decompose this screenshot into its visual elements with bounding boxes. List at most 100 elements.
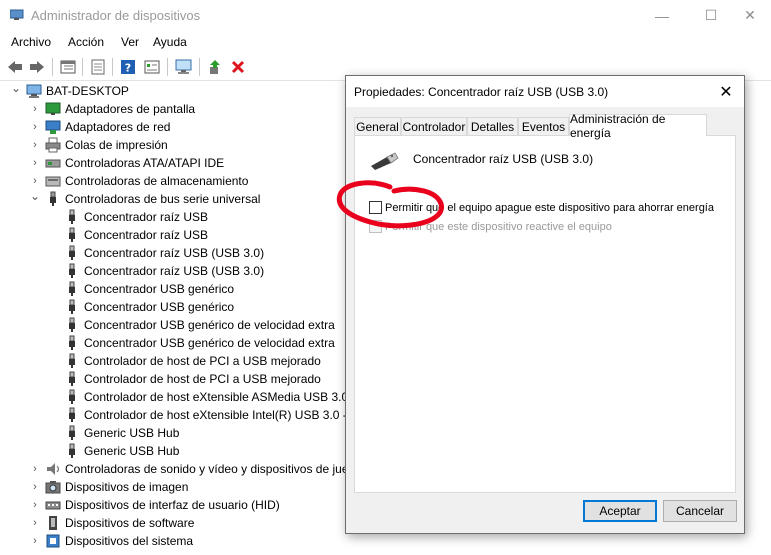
update-driver-button[interactable] <box>205 57 225 77</box>
expand-chevron-icon[interactable]: › <box>30 100 40 118</box>
tree-usb-device[interactable]: Controlador de host eXtensible ASMedia U… <box>64 388 356 406</box>
close-icon: ✕ <box>719 84 733 101</box>
close-button[interactable]: ✕ <box>727 0 771 31</box>
properties-button[interactable] <box>88 57 108 77</box>
tree-category[interactable]: › Adaptadores de pantalla <box>33 100 196 118</box>
tree-category[interactable]: › Dispositivos de software <box>33 514 195 532</box>
minimize-button[interactable]: — <box>639 0 685 31</box>
help-icon: ? <box>121 60 135 75</box>
menu-archivo[interactable]: Archivo <box>11 35 51 49</box>
tree-usb-device[interactable]: Concentrador USB genérico <box>64 298 234 316</box>
forward-button[interactable] <box>27 57 47 77</box>
usb-device-icon <box>64 389 80 405</box>
tree-usb-device[interactable]: Controlador de host de PCI a USB mejorad… <box>64 370 321 388</box>
hid-device-icon <box>45 497 61 513</box>
tree-usb-device[interactable]: Controlador de host eXtensible Intel(R) … <box>64 406 357 424</box>
tree-category[interactable]: › Dispositivos de imagen <box>33 478 189 496</box>
tree-usb-device[interactable]: Concentrador USB genérico <box>64 280 234 298</box>
toolbar-separator <box>52 58 53 76</box>
system-device-icon <box>45 533 61 549</box>
tree-usb-device[interactable]: Generic USB Hub <box>64 424 179 442</box>
tree-node-label: Concentrador raíz USB (USB 3.0) <box>84 246 265 260</box>
sound-device-icon <box>45 461 61 477</box>
menu-ayuda[interactable]: Ayuda <box>153 35 187 49</box>
tree-node-label: Adaptadores de pantalla <box>65 102 196 116</box>
tree-category[interactable]: › Colas de impresión <box>33 136 168 154</box>
allow-power-off-row[interactable]: Permitir que el equipo apague este dispo… <box>369 201 714 214</box>
dialog-close-button[interactable]: ✕ <box>716 82 736 102</box>
tree-usb-device[interactable]: Concentrador USB genérico de velocidad e… <box>64 316 335 334</box>
device-manager-icon <box>10 9 24 20</box>
tree-node-label: BAT-DESKTOP <box>46 84 129 98</box>
cancel-button[interactable]: Cancelar <box>663 500 737 522</box>
tree-usb-device[interactable]: Concentrador raíz USB <box>64 208 208 226</box>
expand-chevron-icon[interactable]: › <box>30 514 40 532</box>
expand-chevron-icon[interactable]: › <box>30 496 40 514</box>
usb-device-icon <box>64 353 80 369</box>
tree-root-computer[interactable]: ⌄ BAT-DESKTOP <box>11 81 129 100</box>
window-title: Administrador de dispositivos <box>31 8 201 23</box>
tree-node-label: Dispositivos del sistema <box>65 534 194 548</box>
tree-usb-device[interactable]: Controlador de host de PCI a USB mejorad… <box>64 352 321 370</box>
back-button[interactable] <box>5 57 25 77</box>
uninstall-icon <box>231 60 245 74</box>
expand-chevron-icon[interactable]: › <box>30 154 40 172</box>
tab-administracion-energia[interactable]: Administración de energía <box>569 112 707 140</box>
monitor-device-icon <box>45 101 61 117</box>
tree-node-label: Controladoras de bus serie universal <box>65 192 261 206</box>
tree-node-label: Controlador de host eXtensible Intel(R) … <box>84 408 357 422</box>
tree-category[interactable]: › Controladoras ATA/ATAPI IDE <box>33 154 224 172</box>
tree-node-label: Controlador de host de PCI a USB mejorad… <box>84 372 321 386</box>
tree-usb-device[interactable]: Generic USB Hub <box>64 442 179 460</box>
dialog-title: Propiedades: Concentrador raíz USB (USB … <box>354 85 609 99</box>
expand-chevron-icon[interactable]: › <box>30 532 40 550</box>
menu-ver[interactable]: Ver <box>121 35 139 49</box>
scan-hardware-button[interactable] <box>174 57 194 77</box>
tree-usb-device[interactable]: Concentrador raíz USB <box>64 226 208 244</box>
tree-category-usb[interactable]: ⌄ Controladoras de bus serie universal <box>30 189 261 208</box>
expand-chevron-icon[interactable]: › <box>30 478 40 496</box>
svg-text:?: ? <box>125 62 131 75</box>
tree-category[interactable]: › Controladoras de almacenamiento <box>33 172 249 190</box>
tree-category[interactable]: › Adaptadores de red <box>33 118 170 136</box>
tree-node-label: Controlador de host de PCI a USB mejorad… <box>84 354 321 368</box>
disk-device-icon <box>45 155 61 171</box>
tree-node-label: Concentrador USB genérico <box>84 282 235 296</box>
tree-node-label: Concentrador raíz USB <box>84 228 209 242</box>
tree-category[interactable]: › Dispositivos de interfaz de usuario (HI… <box>33 496 280 514</box>
tab-eventos[interactable]: Eventos <box>518 117 569 135</box>
tab-general[interactable]: General <box>354 117 401 135</box>
expand-chevron-icon[interactable]: › <box>30 118 40 136</box>
expand-chevron-icon[interactable]: › <box>30 136 40 154</box>
tree-usb-device[interactable]: Concentrador raíz USB (USB 3.0) <box>64 262 264 280</box>
tree-node-label: Dispositivos de imagen <box>65 480 189 494</box>
allow-power-off-checkbox[interactable] <box>369 201 382 214</box>
usb-device-icon <box>64 263 80 279</box>
tree-category[interactable]: › Controladoras de sonido y vídeo y dispo… <box>33 460 349 478</box>
tree-usb-device[interactable]: Concentrador raíz USB (USB 3.0) <box>64 244 264 262</box>
toolbar-separator <box>167 58 168 76</box>
show-hide-tree-button[interactable] <box>58 57 78 77</box>
tab-detalles[interactable]: Detalles <box>467 117 518 135</box>
menu-accion[interactable]: Acción <box>68 35 104 49</box>
toolbar-separator <box>112 58 113 76</box>
collapse-chevron-icon[interactable]: ⌄ <box>30 187 40 205</box>
action-button[interactable] <box>142 57 162 77</box>
expand-chevron-icon[interactable]: › <box>30 460 40 478</box>
close-icon: ✕ <box>744 7 756 23</box>
tree-category[interactable]: › Dispositivos del sistema <box>33 532 194 550</box>
update-driver-icon <box>210 60 220 74</box>
tree-node-label: Controladoras de almacenamiento <box>65 174 249 188</box>
uninstall-button[interactable] <box>228 57 248 77</box>
tree-node-label: Dispositivos de software <box>65 516 195 530</box>
tab-controlador[interactable]: Controlador <box>401 117 467 135</box>
tree-node-label: Controladoras de sonido y vídeo y dispos… <box>65 462 349 476</box>
allow-power-off-label: Permitir que el equipo apague este dispo… <box>385 201 714 214</box>
action-list-icon <box>144 60 160 74</box>
help-button[interactable]: ? <box>118 57 138 77</box>
printer-device-icon <box>45 137 61 153</box>
usb-device-icon <box>64 227 80 243</box>
collapse-chevron-icon[interactable]: ⌄ <box>11 79 21 97</box>
tree-usb-device[interactable]: Concentrador USB genérico de velocidad e… <box>64 334 335 352</box>
accept-button[interactable]: Aceptar <box>583 500 657 522</box>
